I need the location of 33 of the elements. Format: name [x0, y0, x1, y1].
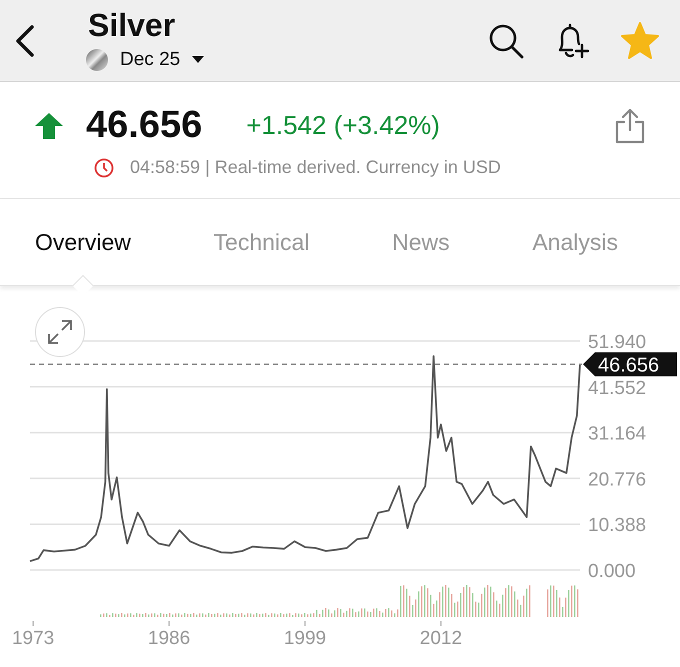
price-marker: 46.656 [583, 352, 677, 376]
axis-label: 41.552 [588, 378, 646, 399]
star-icon[interactable] [620, 22, 660, 60]
ref-line-label: 46.656 [598, 354, 660, 376]
expand-button[interactable] [35, 307, 85, 357]
axis-label: 1986 [148, 628, 190, 649]
tab[interactable]: Analysis [532, 228, 618, 256]
page-title: Silver [88, 6, 176, 42]
expand-icon [47, 319, 73, 345]
contract-selector[interactable]: Dec 25 [120, 48, 180, 70]
axis-label: 1973 [12, 628, 54, 649]
tick-mark [32, 620, 34, 626]
axis-label: 1999 [284, 628, 326, 649]
coin-icon [86, 48, 108, 70]
axis-label: 0.000 [588, 561, 636, 582]
tab[interactable]: Overview [35, 228, 131, 256]
axis-label: 10.388 [588, 515, 646, 536]
axis-label: 31.164 [588, 424, 646, 445]
axis-label: 20.776 [588, 469, 646, 490]
caret-icon[interactable] [192, 56, 204, 64]
tab[interactable]: News [392, 228, 450, 256]
tab[interactable]: Technical [214, 228, 310, 256]
price-change: +1.542 (+3.42%) [246, 110, 441, 141]
axis-label: 2012 [420, 628, 462, 649]
clock-icon [94, 158, 114, 178]
axis-label: 51.940 [588, 332, 646, 353]
search-icon[interactable] [488, 22, 524, 58]
tick-mark [168, 620, 170, 626]
share-icon[interactable] [614, 108, 646, 144]
tick-mark [304, 620, 306, 626]
price-value: 46.656 [86, 104, 202, 147]
tick-mark [440, 620, 442, 626]
quote-info: 04:58:59 | Real-time derived. Currency in USD [130, 157, 501, 178]
